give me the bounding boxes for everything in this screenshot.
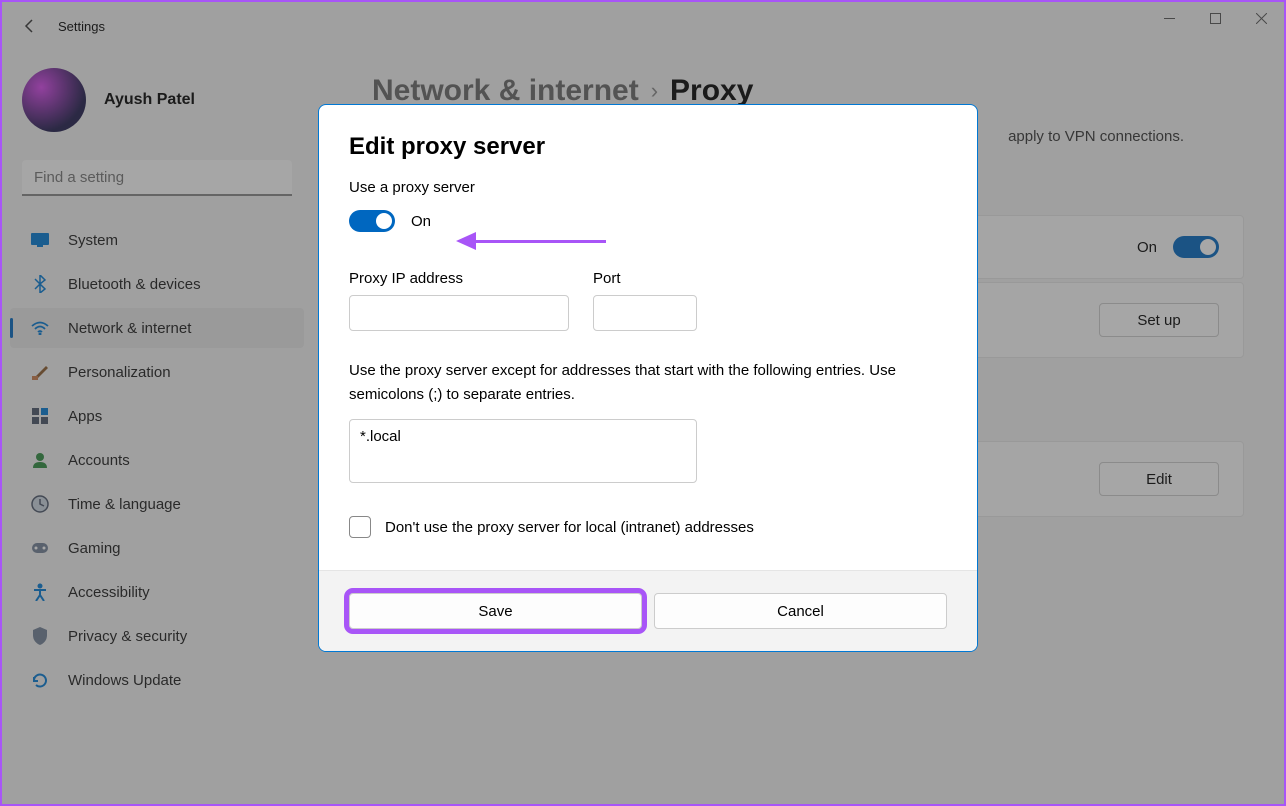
annotation-arrow <box>456 232 606 250</box>
proxy-ip-input[interactable] <box>349 295 569 331</box>
except-help-text: Use the proxy server except for addresse… <box>349 359 947 407</box>
ip-label: Proxy IP address <box>349 270 569 287</box>
save-button[interactable]: Save <box>349 593 642 629</box>
port-label: Port <box>593 270 697 287</box>
arrow-head-icon <box>456 232 476 250</box>
dialog-title: Edit proxy server <box>349 133 947 161</box>
cancel-button[interactable]: Cancel <box>654 593 947 629</box>
edit-proxy-dialog: Edit proxy server Use a proxy server On … <box>318 104 978 652</box>
dont-use-local-checkbox[interactable] <box>349 516 371 538</box>
arrow-line <box>476 240 606 243</box>
proxy-port-input[interactable] <box>593 295 697 331</box>
use-proxy-toggle[interactable] <box>349 210 395 232</box>
use-proxy-label: Use a proxy server <box>349 179 947 196</box>
toggle-state-label: On <box>411 213 431 230</box>
exceptions-input[interactable] <box>349 419 697 483</box>
dont-use-local-label: Don't use the proxy server for local (in… <box>385 519 754 536</box>
